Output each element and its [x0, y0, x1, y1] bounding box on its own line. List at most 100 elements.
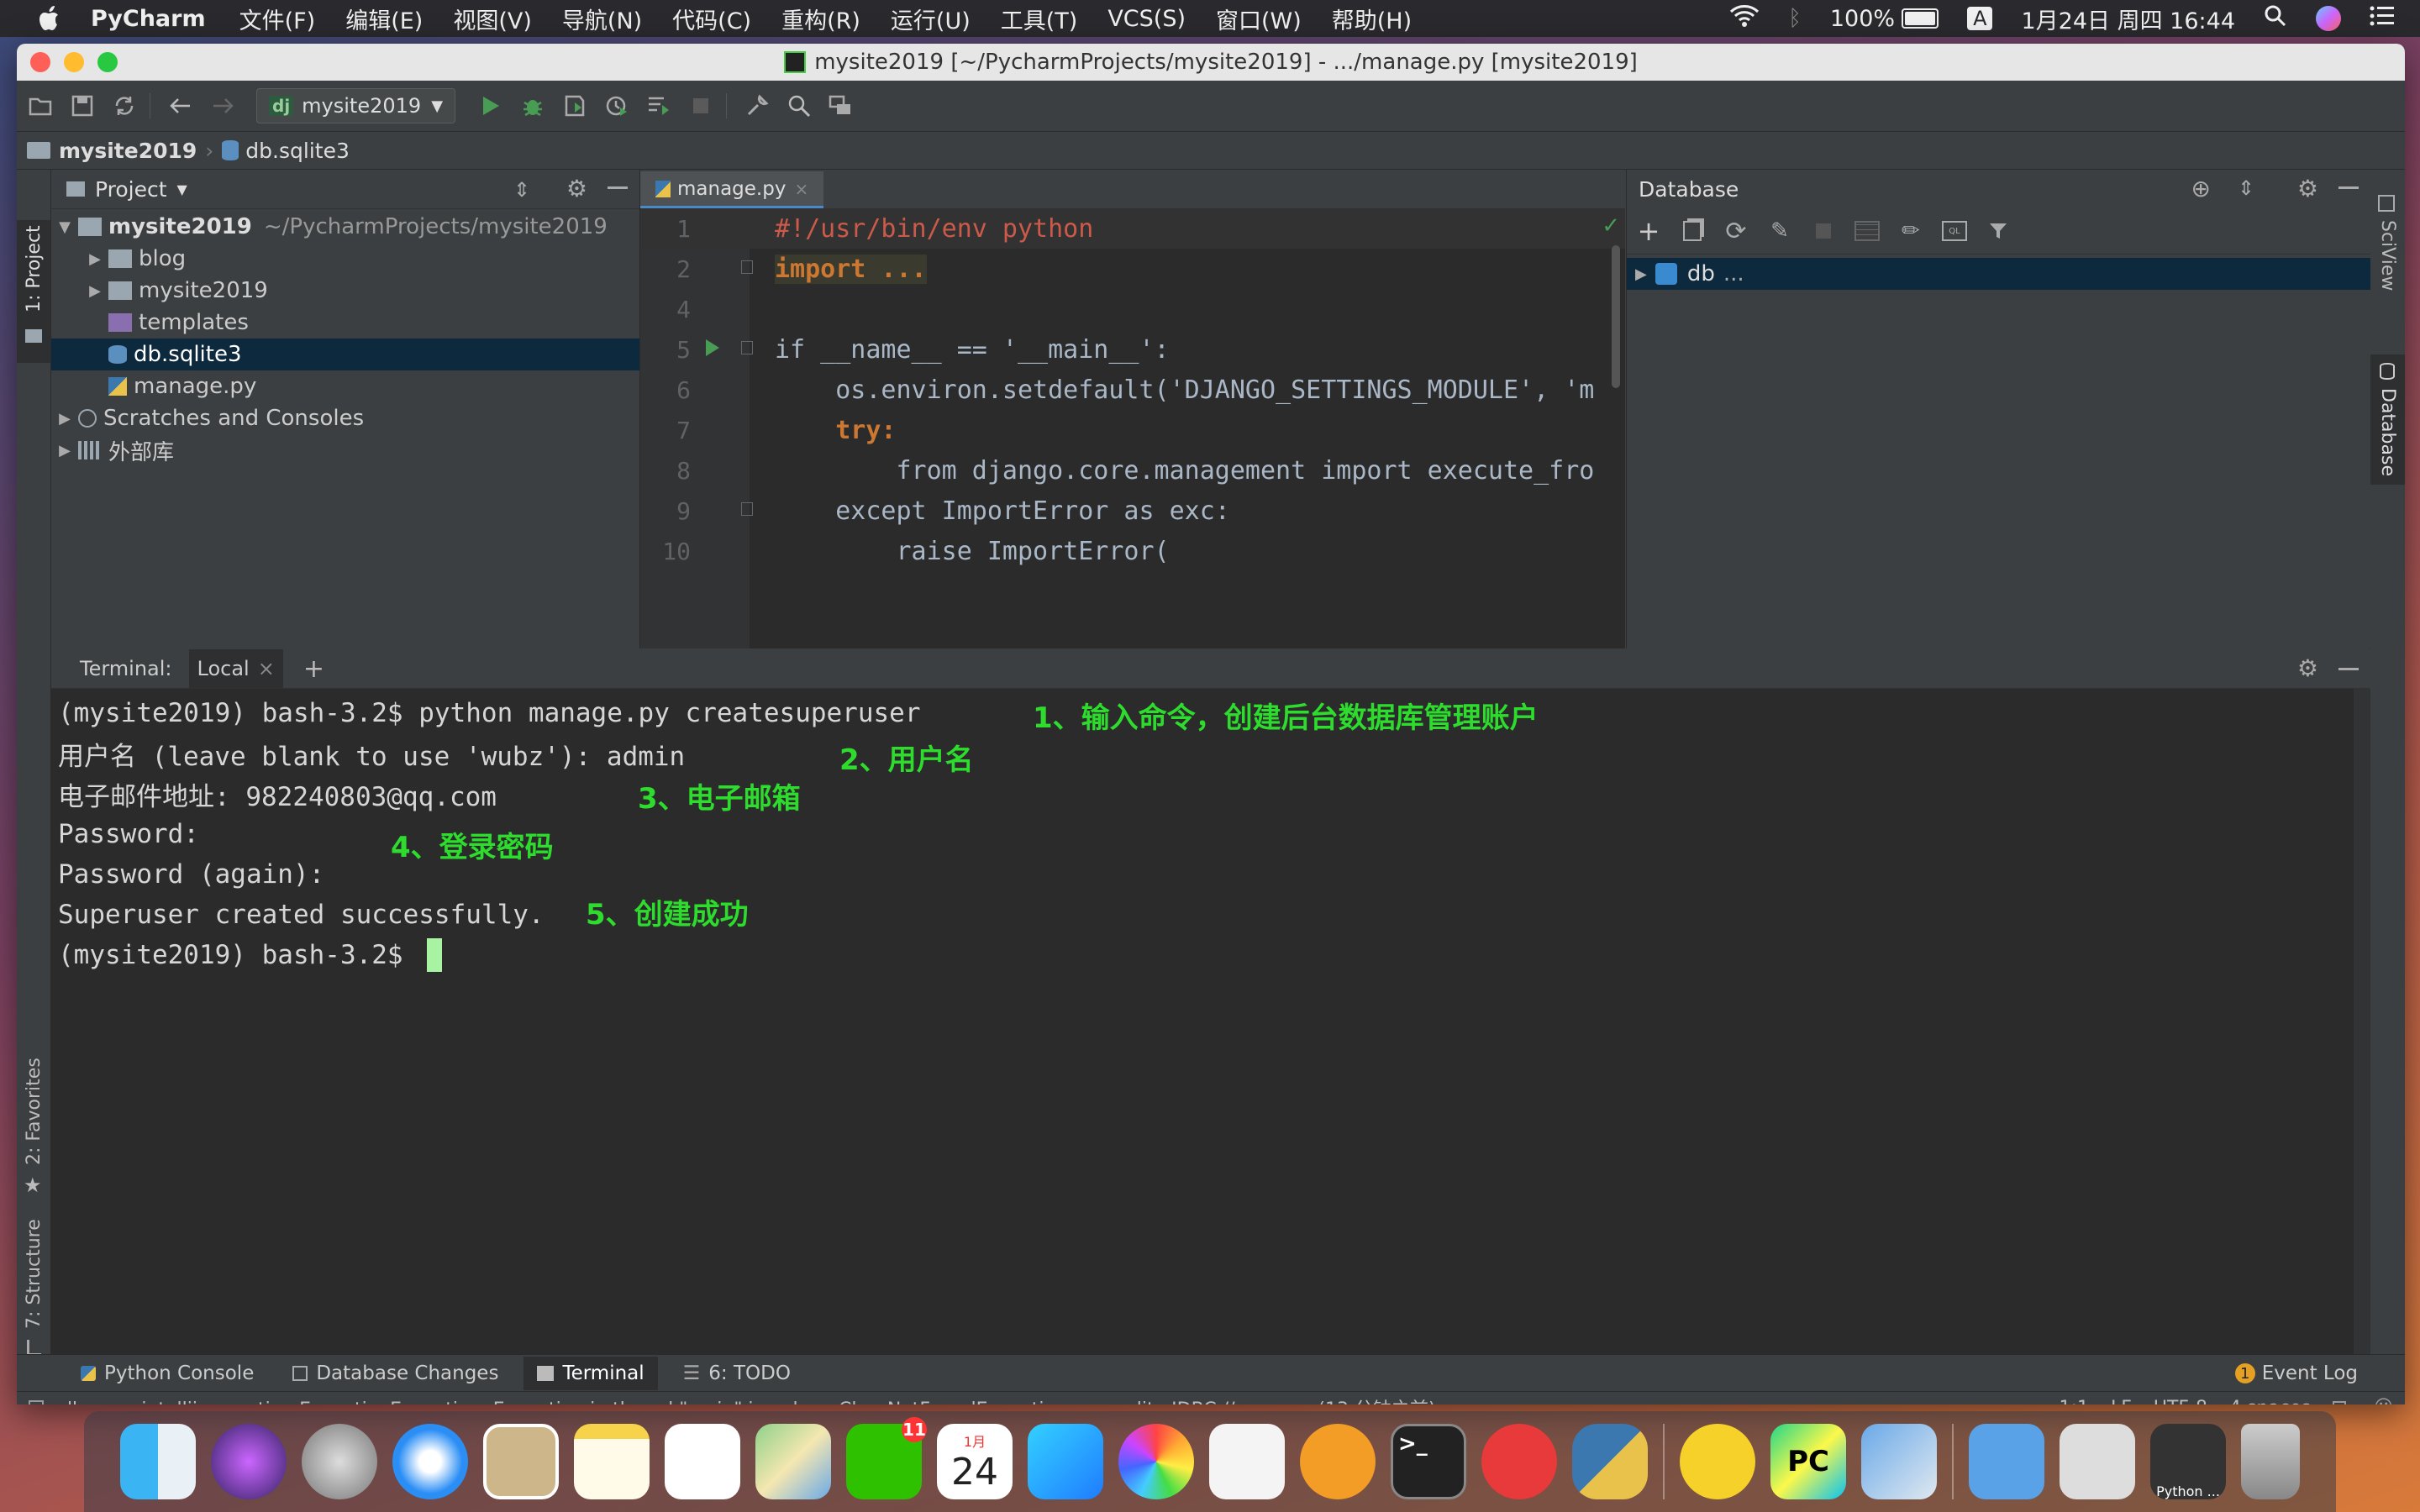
zoom-window-button[interactable]	[97, 52, 118, 72]
clock[interactable]: 1月24日 周四 16:44	[2021, 3, 2235, 35]
event-log-tab[interactable]: 1 Event Log	[2222, 1357, 2371, 1390]
table-editor-icon[interactable]	[1845, 214, 1889, 248]
bluetooth-icon[interactable]: ᛒ	[1788, 6, 1802, 31]
collapse-all-icon[interactable]: ⇕	[2238, 176, 2254, 200]
gear-icon[interactable]: ⚙	[566, 175, 587, 202]
sciview-tool-tab[interactable]: SciView	[2370, 186, 2405, 312]
collapsed-arrow-icon[interactable]: ▶	[56, 410, 73, 428]
coverage-icon[interactable]	[556, 87, 593, 124]
trash-icon[interactable]	[2241, 1424, 2300, 1499]
search-everywhere-icon[interactable]	[781, 87, 818, 124]
downloads-folder-icon[interactable]	[1969, 1424, 2044, 1499]
tree-item-blog[interactable]: ▶ blog	[51, 243, 639, 275]
minimize-window-button[interactable]	[64, 52, 84, 72]
terminal-scrollbar[interactable]	[2354, 688, 2370, 1354]
tree-item-db-sqlite3[interactable]: db.sqlite3	[51, 339, 639, 370]
finder-icon[interactable]	[120, 1424, 196, 1499]
breadcrumb-file[interactable]: db.sqlite3	[245, 139, 350, 163]
terminal-tab[interactable]: Terminal	[523, 1357, 658, 1390]
profile-icon[interactable]	[598, 87, 635, 124]
window-titlebar[interactable]: mysite2019 [~/PycharmProjects/mysite2019…	[17, 44, 2405, 81]
duplicate-icon[interactable]	[1670, 214, 1714, 248]
line-separator[interactable]: LF	[2111, 1398, 2132, 1405]
video-player-icon[interactable]	[1028, 1424, 1103, 1499]
maps-icon[interactable]	[755, 1424, 831, 1499]
code-area[interactable]: 1 #!/usr/bin/env python 2 import ... 4 5…	[640, 208, 1625, 648]
fold-marker-icon[interactable]	[741, 502, 753, 516]
menu-refactor[interactable]: 重构(R)	[781, 3, 860, 35]
open-folder-icon[interactable]	[22, 87, 59, 124]
menu-file[interactable]: 文件(F)	[239, 3, 316, 35]
menu-navigate[interactable]: 导航(N)	[562, 3, 642, 35]
refresh-icon[interactable]: ⟳	[1714, 214, 1758, 248]
save-all-icon[interactable]	[64, 87, 101, 124]
data-source-properties-icon[interactable]: ✎	[1758, 214, 1802, 248]
terminal-tab-local[interactable]: Local ×	[188, 649, 283, 688]
breadcrumb-project[interactable]: mysite2019	[59, 139, 197, 163]
new-session-icon[interactable]: +	[303, 654, 324, 684]
run-concurrency-icon[interactable]	[640, 87, 677, 124]
battery-icon[interactable]	[1902, 8, 1939, 29]
siri-icon[interactable]	[2316, 6, 2341, 31]
qq-music-icon[interactable]	[1680, 1424, 1755, 1499]
menu-run[interactable]: 运行(U)	[891, 3, 971, 35]
chevron-down-icon[interactable]: ▼	[177, 181, 187, 197]
indent-setting[interactable]: 4 spaces	[2229, 1398, 2311, 1405]
terminal-app-icon[interactable]: >_	[1391, 1424, 1466, 1499]
tree-item-templates[interactable]: templates	[51, 307, 639, 339]
close-tab-icon[interactable]: ×	[794, 179, 808, 199]
fold-marker-icon[interactable]	[741, 341, 753, 354]
hide-panel-icon[interactable]	[608, 186, 628, 189]
menu-code[interactable]: 代码(C)	[672, 3, 751, 35]
calendar-icon[interactable]: 1月 24	[937, 1424, 1013, 1499]
expanded-arrow-icon[interactable]: ▼	[56, 218, 73, 236]
database-tool-tab[interactable]: Database	[2370, 354, 2405, 485]
books-icon[interactable]	[1300, 1424, 1376, 1499]
fold-marker-icon[interactable]	[741, 260, 753, 274]
collapsed-arrow-icon[interactable]: ▶	[87, 282, 103, 300]
inspection-ok-icon[interactable]: ✓	[1602, 213, 1620, 239]
hide-panel-icon[interactable]	[2338, 186, 2359, 189]
crosshair-icon[interactable]: ⊕	[2191, 175, 2211, 202]
lock-icon[interactable]	[2333, 1401, 2346, 1404]
favorites-tool-tab[interactable]: 2: Favorites ★	[17, 1056, 50, 1207]
tree-item-manage-py[interactable]: manage.py	[51, 370, 639, 402]
mail-icon[interactable]	[483, 1424, 559, 1499]
close-window-button[interactable]	[30, 52, 50, 72]
terminal-output[interactable]: (mysite2019) bash-3.2$ python manage.py …	[58, 693, 1539, 975]
database-changes-tab[interactable]: Database Changes	[279, 1357, 512, 1390]
todo-tab[interactable]: ☰ 6: TODO	[670, 1357, 804, 1390]
minimized-python-window[interactable]: Python ...	[2150, 1424, 2226, 1499]
hide-panel-icon[interactable]	[2338, 668, 2359, 670]
run-configuration-selector[interactable]: dj mysite2019 ▼	[256, 88, 456, 123]
status-message[interactable]: db: com.intellij.execution.ExecutionExce…	[60, 1394, 1436, 1404]
collapse-all-icon[interactable]: ⇕	[513, 178, 530, 202]
reminders-icon[interactable]	[665, 1424, 740, 1499]
stop-icon[interactable]	[1802, 214, 1845, 248]
settings-wrench-icon[interactable]	[739, 87, 776, 124]
collapsed-arrow-icon[interactable]: ▶	[87, 250, 103, 268]
wifi-icon[interactable]	[1729, 4, 1760, 34]
edit-icon[interactable]: ✏	[1889, 214, 1933, 248]
editor-scrollbar[interactable]	[1612, 245, 1620, 388]
menu-vcs[interactable]: VCS(S)	[1107, 6, 1186, 32]
collapsed-arrow-icon[interactable]: ▶	[1635, 265, 1647, 283]
debug-icon[interactable]	[514, 87, 551, 124]
close-tab-icon[interactable]: ×	[258, 657, 275, 680]
menu-tools[interactable]: 工具(T)	[1001, 3, 1078, 35]
safari-icon[interactable]	[392, 1424, 468, 1499]
run-gutter-icon[interactable]	[706, 339, 719, 356]
collapsed-arrow-icon[interactable]: ▶	[56, 442, 73, 459]
gear-icon[interactable]: ⚙	[2297, 654, 2318, 682]
tree-item-scratches[interactable]: ▶ Scratches and Consoles	[51, 402, 639, 434]
gear-icon[interactable]: ⚙	[2297, 175, 2318, 202]
menu-edit[interactable]: 编辑(E)	[345, 3, 423, 35]
tree-item-mysite2019[interactable]: ▶ mysite2019	[51, 275, 639, 307]
menu-view[interactable]: 视图(V)	[453, 3, 532, 35]
pycharm-dock-icon[interactable]: PC	[1770, 1424, 1846, 1499]
siri-icon[interactable]	[211, 1424, 287, 1499]
minimized-window-thumbnail[interactable]	[2060, 1424, 2135, 1499]
tree-item-external-libraries[interactable]: ▶ 外部库	[51, 434, 639, 466]
preview-icon[interactable]	[1861, 1424, 1937, 1499]
sync-icon[interactable]	[106, 87, 143, 124]
